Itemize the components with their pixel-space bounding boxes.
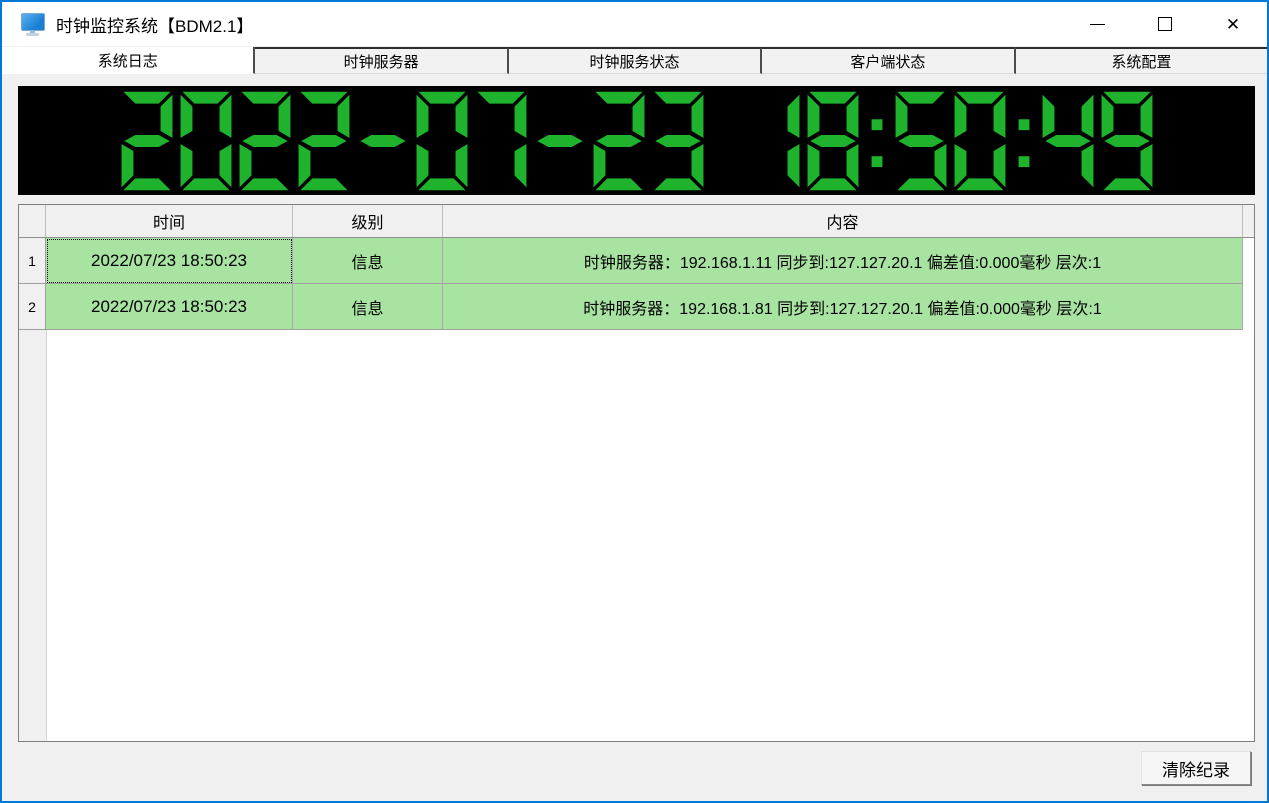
tab-4[interactable]: 系统配置 bbox=[1016, 47, 1267, 74]
header-level[interactable]: 级别 bbox=[293, 205, 443, 237]
cell-content[interactable]: 时钟服务器：192.168.1.11 同步到:127.127.20.1 偏差值:… bbox=[443, 238, 1243, 284]
cell-content[interactable]: 时钟服务器：192.168.1.81 同步到:127.127.20.1 偏差值:… bbox=[443, 284, 1243, 330]
clock-digit-0 bbox=[416, 91, 468, 191]
clock-digit-- bbox=[357, 91, 409, 191]
window-controls: ✕ bbox=[1063, 2, 1267, 46]
header-stub bbox=[19, 205, 46, 237]
close-icon: ✕ bbox=[1226, 16, 1240, 33]
digital-clock-display bbox=[18, 86, 1255, 195]
clock-space bbox=[711, 136, 741, 146]
monitor-icon bbox=[20, 12, 46, 36]
clock-digit-0 bbox=[954, 91, 1006, 191]
cell-level[interactable]: 信息 bbox=[293, 238, 443, 284]
row-number[interactable]: 2 bbox=[19, 284, 46, 330]
clock-digit-2 bbox=[593, 91, 645, 191]
title-bar: 时钟监控系统【BDM2.1】 ✕ bbox=[2, 2, 1267, 46]
header-filler bbox=[1243, 205, 1254, 237]
clock-digit-8 bbox=[807, 91, 859, 191]
cell-time[interactable]: 2022/07/23 18:50:23 bbox=[46, 284, 293, 330]
window-title: 时钟监控系统【BDM2.1】 bbox=[56, 12, 253, 37]
clock-digit-- bbox=[534, 91, 586, 191]
clear-records-button[interactable]: 清除纪录 bbox=[1141, 751, 1251, 785]
clock-digit-2 bbox=[121, 91, 173, 191]
tab-bar: 系统日志时钟服务器时钟服务状态客户端状态系统配置 bbox=[2, 47, 1267, 74]
tab-1[interactable]: 时钟服务器 bbox=[255, 47, 508, 74]
close-button[interactable]: ✕ bbox=[1199, 2, 1267, 46]
clock-colon bbox=[866, 91, 888, 191]
table-body: 12022/07/23 18:50:23信息时钟服务器：192.168.1.11… bbox=[19, 238, 1254, 330]
clock-digit-3 bbox=[652, 91, 704, 191]
tab-0[interactable]: 系统日志 bbox=[2, 47, 255, 74]
clock-digit-1 bbox=[748, 91, 800, 191]
tab-3[interactable]: 客户端状态 bbox=[762, 47, 1015, 74]
clock-digit-2 bbox=[298, 91, 350, 191]
tab-2[interactable]: 时钟服务状态 bbox=[509, 47, 762, 74]
clock-digit-7 bbox=[475, 91, 527, 191]
minimize-button[interactable] bbox=[1063, 2, 1131, 46]
clock-digit-4 bbox=[1042, 91, 1094, 191]
cell-level[interactable]: 信息 bbox=[293, 284, 443, 330]
header-content[interactable]: 内容 bbox=[443, 205, 1243, 237]
clock-digit-5 bbox=[895, 91, 947, 191]
system-log-table: 时间 级别 内容 12022/07/23 18:50:23信息时钟服务器：192… bbox=[18, 204, 1255, 742]
table-row: 22022/07/23 18:50:23信息时钟服务器：192.168.1.81… bbox=[19, 284, 1254, 330]
table-header-row: 时间 级别 内容 bbox=[19, 205, 1254, 238]
clock-digit-9 bbox=[1101, 91, 1153, 191]
minimize-icon bbox=[1090, 24, 1105, 25]
clock-colon bbox=[1013, 91, 1035, 191]
clock-digit-0 bbox=[180, 91, 232, 191]
cell-time[interactable]: 2022/07/23 18:50:23 bbox=[46, 238, 293, 284]
row-number[interactable]: 1 bbox=[19, 238, 46, 284]
table-row: 12022/07/23 18:50:23信息时钟服务器：192.168.1.11… bbox=[19, 238, 1254, 284]
header-time[interactable]: 时间 bbox=[46, 205, 293, 237]
app-window: 时钟监控系统【BDM2.1】 ✕ 系统日志时钟服务器时钟服务状态客户端状态系统配… bbox=[0, 0, 1269, 803]
maximize-icon bbox=[1158, 17, 1172, 31]
maximize-button[interactable] bbox=[1131, 2, 1199, 46]
clock-digit-2 bbox=[239, 91, 291, 191]
